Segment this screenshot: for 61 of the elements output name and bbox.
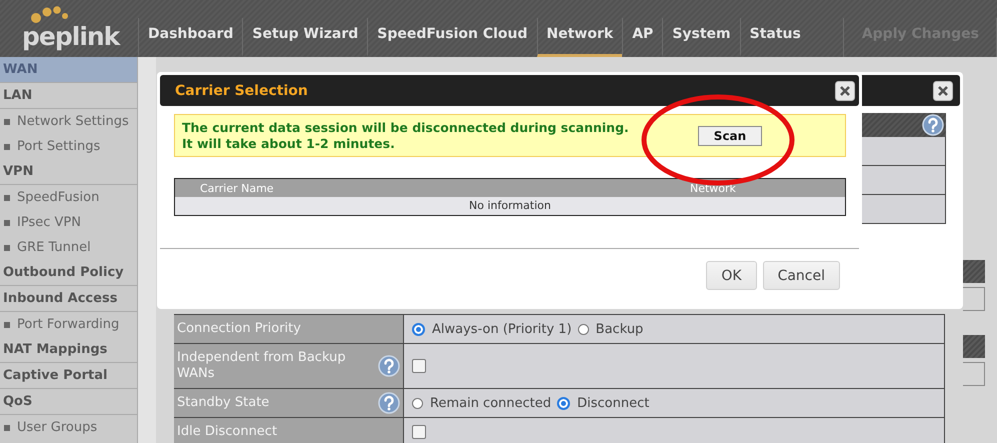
close-icon[interactable] [835, 80, 855, 100]
sidebar-item[interactable]: GRE Tunnel [17, 240, 91, 255]
sidebar-section[interactable]: WAN [0, 57, 137, 83]
radio-label[interactable]: Backup [596, 322, 644, 336]
column-header: Network [690, 182, 736, 194]
sidebar-section[interactable]: Outbound Policy [0, 260, 137, 286]
sidebar-item[interactable]: Network Settings [17, 114, 129, 129]
bullet-icon [4, 144, 10, 150]
nav-tab[interactable]: System [662, 18, 740, 57]
column-header: Carrier Name [200, 182, 275, 194]
sidebar-item[interactable]: SpeedFusion [17, 190, 100, 205]
radio-button[interactable] [412, 322, 425, 336]
sidebar-section[interactable]: Inbound Access [0, 286, 137, 312]
field-label: Standby State [177, 395, 270, 411]
dialog-title: Carrier Selection [175, 82, 308, 98]
radio-button[interactable] [557, 396, 570, 410]
nav-tab[interactable]: Network [536, 18, 622, 57]
cancel-button[interactable]: Cancel [762, 261, 840, 290]
sidebar-section[interactable]: QoS [0, 389, 137, 415]
notice-text: The current data session will be disconnected during scanning. [182, 120, 630, 136]
panel-header [963, 335, 985, 358]
radio-button[interactable] [578, 324, 589, 334]
bullet-icon [4, 220, 10, 226]
nav-tab[interactable]: Status [740, 18, 810, 57]
table-cell: No information [175, 197, 845, 215]
radio-label[interactable]: Remain connected [430, 396, 552, 410]
sidebar-item[interactable]: IPsec VPN [17, 215, 81, 230]
field-label: Connection Priority [177, 321, 302, 337]
notice-text: It will take about 1-2 minutes. [182, 136, 396, 152]
radio-button[interactable] [412, 398, 423, 408]
sidebar-item[interactable]: Port Forwarding [17, 317, 120, 332]
checkbox[interactable] [412, 359, 426, 373]
bullet-icon [4, 424, 10, 430]
sidebar-section[interactable]: Captive Portal [0, 363, 137, 389]
radio-label[interactable]: Disconnect [577, 396, 650, 410]
bullet-icon [4, 194, 10, 200]
sidebar-section[interactable]: LAN [0, 83, 137, 109]
panel-header [963, 260, 985, 283]
sidebar-section[interactable]: NAT Mappings [0, 337, 137, 363]
bullet-icon [4, 322, 10, 328]
field-label: Idle Disconnect [177, 424, 278, 440]
nav-tab[interactable]: SpeedFusion Cloud [367, 18, 537, 57]
close-icon[interactable] [933, 80, 953, 100]
sidebar-section[interactable]: VPN [0, 159, 137, 185]
sidebar-item[interactable]: User Groups [17, 420, 98, 435]
input-field[interactable] [963, 362, 985, 386]
bullet-icon [4, 118, 10, 124]
logo[interactable]: peplink [22, 22, 120, 51]
radio-label[interactable]: Always-on (Priority 1) [432, 322, 572, 336]
checkbox[interactable] [412, 425, 426, 439]
field-label: Independent from Backup WANs [177, 350, 347, 382]
nav-tab[interactable]: Dashboard [138, 18, 242, 57]
input-field[interactable] [963, 287, 985, 311]
ok-button[interactable]: OK [706, 261, 757, 290]
dots-icon [30, 4, 70, 26]
help-icon[interactable] [922, 114, 944, 136]
scan-button[interactable]: Scan [698, 126, 762, 146]
nav-tab[interactable]: Setup Wizard [242, 18, 368, 57]
bullet-icon [4, 244, 10, 250]
sidebar-item[interactable]: Port Settings [17, 139, 100, 154]
nav-tab[interactable]: AP [622, 18, 662, 57]
